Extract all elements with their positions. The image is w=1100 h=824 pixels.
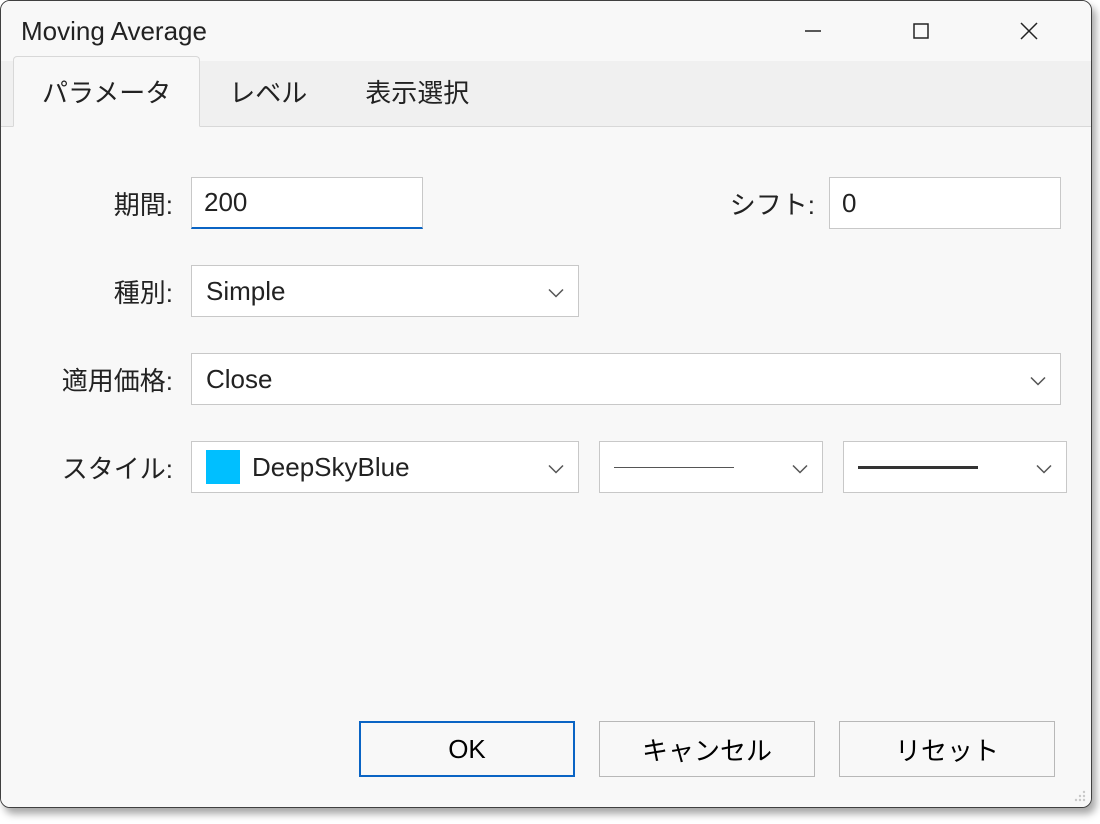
method-label: 種別: bbox=[31, 273, 191, 310]
shift-input[interactable] bbox=[829, 177, 1061, 229]
style-row: スタイル: DeepSkyBlue bbox=[31, 441, 1061, 493]
tab-parameters[interactable]: パラメータ bbox=[13, 56, 200, 127]
line-width-preview bbox=[858, 466, 1024, 469]
resize-grip-icon[interactable] bbox=[1070, 786, 1088, 804]
color-swatch bbox=[206, 450, 240, 484]
period-input[interactable] bbox=[191, 177, 423, 229]
linewidth-select[interactable] bbox=[843, 441, 1067, 493]
period-row: 期間: シフト: bbox=[31, 177, 1061, 229]
maximize-icon bbox=[912, 22, 930, 40]
close-icon bbox=[1018, 20, 1040, 42]
chevron-down-icon bbox=[1034, 452, 1054, 483]
parameters-panel: 期間: シフト: 種別: Simple 適用価格: Close bbox=[1, 127, 1091, 715]
method-value: Simple bbox=[206, 276, 285, 307]
chevron-down-icon bbox=[790, 452, 810, 483]
chevron-down-icon bbox=[1028, 364, 1048, 395]
color-select[interactable]: DeepSkyBlue bbox=[191, 441, 579, 493]
tab-label: 表示選択 bbox=[365, 78, 469, 108]
style-controls: DeepSkyBlue bbox=[191, 441, 1067, 493]
reset-button[interactable]: リセット bbox=[839, 721, 1055, 777]
shift-label: シフト: bbox=[730, 185, 815, 222]
method-select[interactable]: Simple bbox=[191, 265, 579, 317]
linestyle-select[interactable] bbox=[599, 441, 823, 493]
shift-block: シフト: bbox=[730, 177, 1061, 229]
period-label: 期間: bbox=[31, 185, 191, 222]
apply-value: Close bbox=[206, 364, 272, 395]
cancel-button[interactable]: キャンセル bbox=[599, 721, 815, 777]
apply-row: 適用価格: Close bbox=[31, 353, 1061, 405]
tab-levels[interactable]: レベル bbox=[200, 56, 336, 126]
dialog-footer: OK キャンセル リセット bbox=[1, 715, 1091, 807]
moving-average-dialog: Moving Average パラメータ レベル 表示選択 期間: シフト: bbox=[0, 0, 1092, 808]
tab-label: レベル bbox=[229, 78, 307, 108]
window-controls bbox=[759, 7, 1083, 55]
color-value: DeepSkyBlue bbox=[252, 452, 410, 483]
tab-label: パラメータ bbox=[42, 78, 171, 108]
titlebar: Moving Average bbox=[1, 1, 1091, 61]
close-button[interactable] bbox=[975, 7, 1083, 55]
maximize-button[interactable] bbox=[867, 7, 975, 55]
tabs: パラメータ レベル 表示選択 bbox=[1, 61, 1091, 127]
minimize-icon bbox=[803, 21, 823, 41]
chevron-down-icon bbox=[546, 452, 566, 483]
apply-label: 適用価格: bbox=[31, 361, 191, 398]
minimize-button[interactable] bbox=[759, 7, 867, 55]
window-title: Moving Average bbox=[21, 16, 759, 47]
ok-button[interactable]: OK bbox=[359, 721, 575, 777]
tab-display[interactable]: 表示選択 bbox=[336, 56, 498, 126]
line-style-preview bbox=[614, 467, 780, 468]
chevron-down-icon bbox=[546, 276, 566, 307]
style-label: スタイル: bbox=[31, 449, 191, 486]
method-row: 種別: Simple bbox=[31, 265, 1061, 317]
apply-select[interactable]: Close bbox=[191, 353, 1061, 405]
